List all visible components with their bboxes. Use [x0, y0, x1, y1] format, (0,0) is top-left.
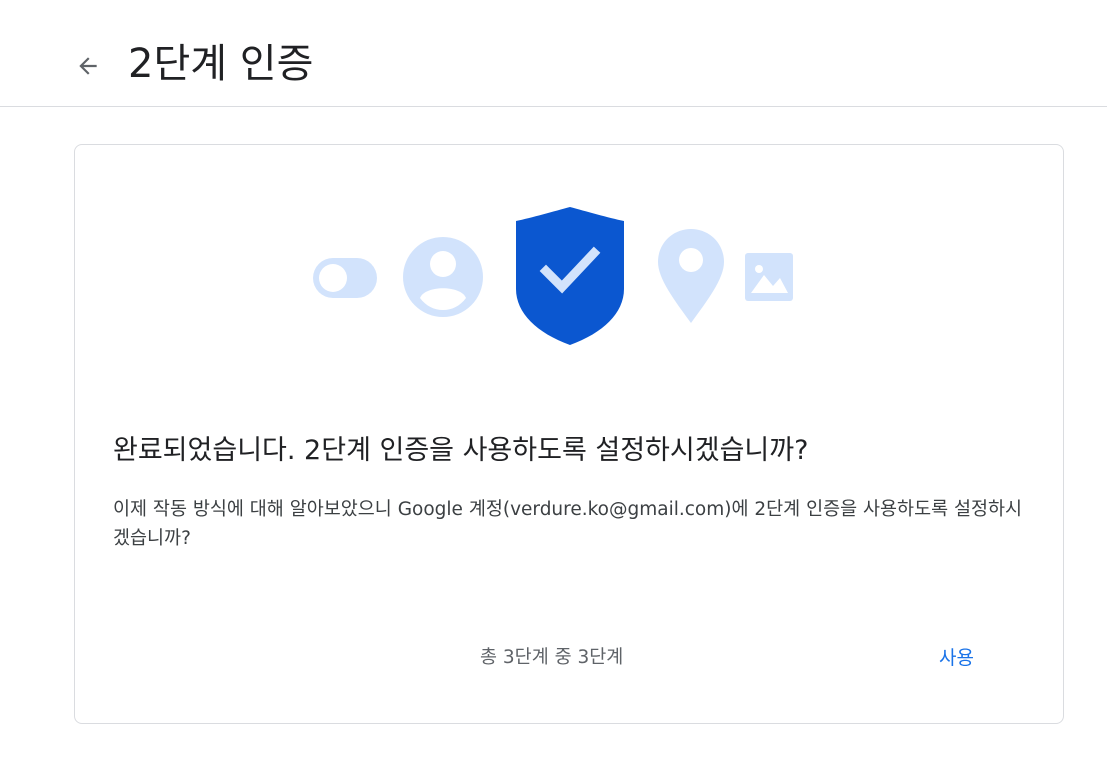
shield-check-icon [516, 207, 624, 345]
account-icon [403, 237, 483, 317]
enable-button[interactable]: 사용 [923, 637, 990, 679]
security-illustration [313, 207, 793, 345]
card-heading: 완료되었습니다. 2단계 인증을 사용하도록 설정하시겠습니까? [113, 435, 809, 466]
setup-card: 완료되었습니다. 2단계 인증을 사용하도록 설정하시겠습니까? 이제 작동 방… [74, 144, 1064, 724]
page-header: 2단계 인증 [0, 0, 1107, 107]
location-pin-icon [658, 229, 724, 323]
image-icon [745, 253, 793, 301]
page-title: 2단계 인증 [128, 41, 314, 87]
arrow-back-icon [79, 57, 97, 75]
back-button[interactable] [66, 44, 110, 88]
card-description: 이제 작동 방식에 대해 알아보았으니 Google 계정(verdure.ko… [113, 499, 1023, 549]
toggle-icon [313, 258, 377, 298]
step-indicator: 총 3단계 중 3단계 [480, 647, 624, 668]
